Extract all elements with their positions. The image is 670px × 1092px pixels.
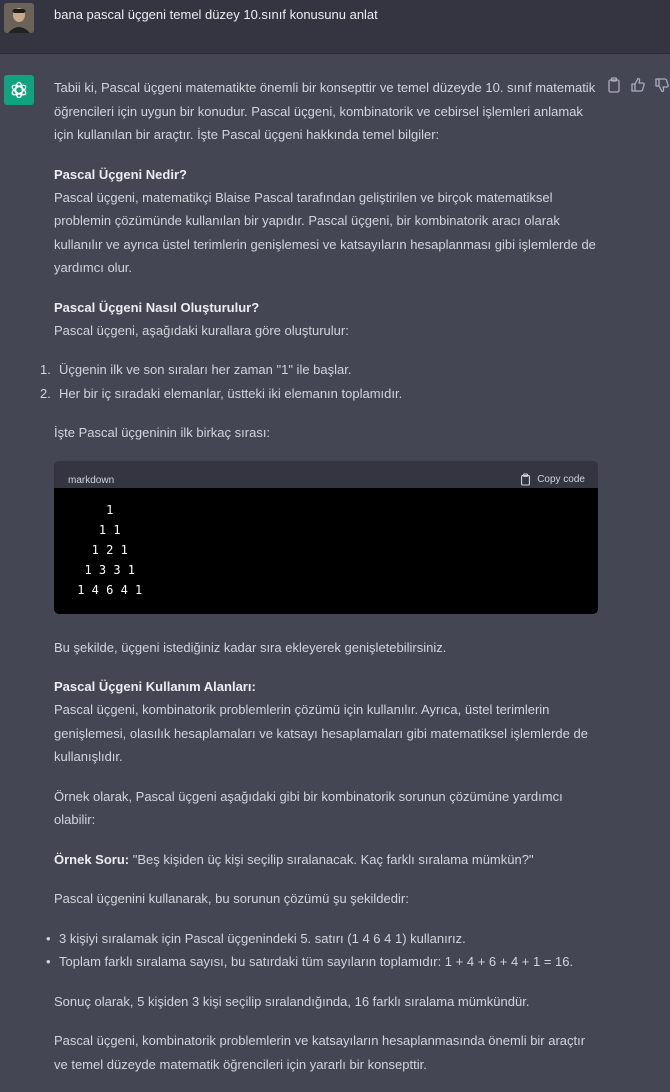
section-text-usage: Pascal üçgeni, kombinatorik problemlerin… [54, 702, 588, 764]
solution-intro: Pascal üçgenini kullanarak, bu sorunun ç… [54, 891, 409, 906]
list-number: 1. [40, 362, 51, 377]
bullet-marker: • [46, 954, 51, 969]
clipboard-icon[interactable] [607, 77, 621, 93]
code-block: markdown Copy code 1 1 1 1 2 1 1 3 3 1 1… [54, 460, 598, 614]
example-question-text: "Beş kişiden üç kişi seçilip sıralanacak… [129, 851, 534, 867]
list-item-text: Üçgenin ilk ve son sıraları her zaman "1… [59, 362, 352, 377]
list-item: 1. Üçgenin ilk ve son sıraları her zaman … [40, 358, 602, 382]
bullet-marker: • [46, 930, 51, 946]
assistant-avatar [4, 75, 34, 105]
thumbs-up-icon[interactable] [631, 77, 645, 93]
list-number: 2. [40, 385, 51, 401]
list-item: • Toplam farklı sıralama sayısı, bu satır… [46, 950, 602, 974]
section-text-how-to-build: Pascal üçgeni, aşağıdaki kurallara göre … [54, 322, 349, 338]
copy-code-button[interactable]: Copy code [520, 468, 585, 492]
list-item-text: 3 kişiyi sıralamak için Pascal üçgeninde… [59, 930, 466, 946]
rules-list: 1. Üçgenin ilk ve son sıraları her zaman … [40, 358, 602, 406]
user-message-row: bana pascal üçgeni temel düzey 10.sınıf … [0, 0, 670, 54]
solution-list: • 3 kişiyi sıralamak için Pascal üçgenind… [46, 927, 602, 974]
after-code-paragraph: Bu şekilde, üçgeni istediğiniz kadar sır… [54, 639, 447, 655]
thumbs-down-icon[interactable] [655, 77, 669, 93]
example-question: Örnek Soru: "Beş kişiden üç kişi seçilip… [54, 848, 602, 872]
list-item-text: Toplam farklı sıralama sayısı, bu satırd… [59, 954, 574, 969]
user-avatar [4, 3, 34, 33]
openai-logo-icon [11, 81, 27, 99]
section-heading-what-is: Pascal Üçgeni Nedir? [54, 166, 187, 182]
conclusion-paragraph: Sonuç olarak, 5 kişiden 3 kişi seçilip s… [54, 993, 530, 1009]
list-item: 2. Her bir iç sıradaki elemanlar, üstteki… [40, 382, 602, 406]
example-label: Örnek Soru: [54, 851, 130, 867]
list-item-text: Her bir iç sıradaki elemanlar, üstteki i… [59, 385, 403, 401]
example-intro: Örnek olarak, Pascal üçgeni aşağıdaki gi… [54, 788, 563, 828]
list-item: • 3 kişiyi sıralamak için Pascal üçgenind… [46, 927, 602, 951]
code-content: 1 1 1 1 2 1 1 3 3 1 1 4 6 4 1 [54, 487, 598, 614]
rows-intro: İşte Pascal üçgeninin ilk birkaç sırası: [54, 425, 271, 440]
code-header: markdown Copy code [54, 460, 598, 488]
section-text-what-is: Pascal üçgeni, matematikçi Blaise Pascal… [54, 189, 596, 276]
intro-paragraph: Tabii ki, Pascal üçgeni matematikte önem… [54, 80, 596, 142]
user-photo-icon [4, 3, 34, 33]
assistant-message-content: Tabii ki, Pascal üçgeni matematikte önem… [40, 76, 602, 1092]
section-heading-usage: Pascal Üçgeni Kullanım Alanları: [54, 679, 256, 694]
copy-code-label: Copy code [537, 473, 585, 485]
clipboard-icon [521, 473, 531, 486]
section-heading-how-to-build: Pascal Üçgeni Nasıl Oluşturulur? [54, 299, 260, 315]
user-message-text: bana pascal üçgeni temel düzey 10.sınıf … [54, 7, 378, 22]
final-paragraph: Pascal üçgeni, kombinatorik problemlerin… [54, 1033, 586, 1072]
message-actions [607, 77, 670, 93]
code-language-label: markdown [68, 474, 115, 486]
